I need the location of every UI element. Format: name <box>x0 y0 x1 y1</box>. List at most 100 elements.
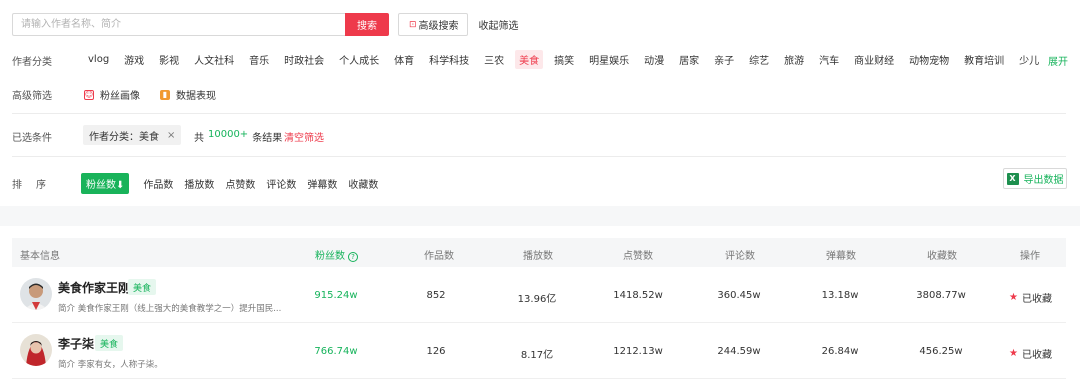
search-input[interactable] <box>12 13 345 36</box>
advanced-search-label: 高级搜索 <box>418 21 459 32</box>
sort-desc-icon: ⬇ <box>116 180 125 191</box>
likes-value: 1418.52w <box>613 290 663 301</box>
table-row[interactable]: 李子柒 美食 简介 李家有女，人称子柒。 766.74w 126 8.17亿 1… <box>12 323 1066 379</box>
th-comments[interactable]: 评论数 <box>725 247 755 262</box>
expand-link[interactable]: 展开 <box>1048 53 1068 68</box>
export-data-label: 导出数据 <box>1023 175 1064 186</box>
plays-value: 13.96亿 <box>517 294 557 305</box>
result-suffix: 条结果 <box>252 133 283 144</box>
th-fans-label: 粉丝数 <box>315 251 345 262</box>
category-item[interactable]: 商业财经 <box>850 50 898 69</box>
sort-item[interactable]: 作品数 <box>143 176 173 191</box>
works-value: 126 <box>426 346 446 357</box>
fans-value: 915.24w <box>314 290 358 301</box>
th-action: 操作 <box>1020 251 1040 262</box>
clear-filter-link[interactable]: 清空筛选 <box>284 129 324 144</box>
result-prefix: 共 <box>194 133 204 144</box>
th-works[interactable]: 作品数 <box>424 247 454 262</box>
search-bar: 搜索 ⊡ 高级搜索 收起筛选 <box>12 13 519 36</box>
category-item[interactable]: 汽车 <box>815 50 843 69</box>
result-number: 10000+ <box>208 129 249 140</box>
category-item[interactable]: 美食 <box>515 50 544 69</box>
sort-item[interactable]: 弹幕数 <box>307 176 337 191</box>
advanced-filter-label: 高级筛选 <box>12 91 52 102</box>
advanced-search-button[interactable]: ⊡ 高级搜索 <box>398 13 468 36</box>
category-item[interactable]: 综艺 <box>745 50 773 69</box>
danmaku-value: 26.84w <box>821 346 859 357</box>
likes-value: 1212.13w <box>613 346 663 357</box>
sort-item[interactable]: 评论数 <box>266 176 296 191</box>
table-header: 基本信息 粉丝数? 作品数 播放数 点赞数 评论数 弹幕数 收藏数 操作 <box>12 238 1066 267</box>
collapse-filter-link[interactable]: 收起筛选 <box>479 17 519 32</box>
fans-profile-icon: ☺ <box>84 89 94 100</box>
category-item[interactable]: 人文社科 <box>190 50 238 69</box>
category-item[interactable]: 动漫 <box>640 50 668 69</box>
collected-button[interactable]: ★ 已收藏 <box>1009 290 1052 305</box>
export-data-button[interactable]: X 导出数据 <box>1003 168 1067 189</box>
sort-label: 排序 <box>12 180 60 191</box>
category-item[interactable]: 少儿 <box>1015 50 1043 69</box>
comments-value: 360.45w <box>717 290 761 301</box>
sort-list: 粉丝数⬇ 作品数 播放数 点赞数 评论数 弹幕数 收藏数 <box>81 173 389 194</box>
condition-tag: 作者分类：美食 × <box>83 125 182 145</box>
category-item[interactable]: 音乐 <box>245 50 273 69</box>
avatar[interactable] <box>20 334 52 366</box>
category-item[interactable]: 三农 <box>480 50 508 69</box>
sort-item[interactable]: 收藏数 <box>348 176 378 191</box>
collected-button[interactable]: ★ 已收藏 <box>1009 346 1052 361</box>
category-item[interactable]: 科学科技 <box>425 50 473 69</box>
th-collects[interactable]: 收藏数 <box>927 247 957 262</box>
fans-profile-label: 粉丝画像 <box>100 91 140 102</box>
author-name[interactable]: 美食作家王刚 <box>58 279 130 296</box>
sort-item[interactable]: 点赞数 <box>225 176 255 191</box>
category-item[interactable]: 明星娱乐 <box>585 50 633 69</box>
divider <box>12 156 1066 157</box>
category-item[interactable]: 旅游 <box>780 50 808 69</box>
category-item[interactable]: 搞笑 <box>550 50 578 69</box>
category-item[interactable]: 时政社会 <box>280 50 328 69</box>
category-item[interactable]: 动物宠物 <box>905 50 953 69</box>
sort-fans-button[interactable]: 粉丝数⬇ <box>81 173 130 194</box>
avatar[interactable] <box>20 278 52 310</box>
works-value: 852 <box>426 290 446 301</box>
category-item[interactable]: 游戏 <box>120 50 148 69</box>
condition-tag-label: 作者分类：美食 <box>89 131 159 143</box>
category-item[interactable]: vlog <box>84 52 113 67</box>
section-gap <box>0 206 1080 226</box>
category-item[interactable]: 影视 <box>155 50 183 69</box>
fans-value: 766.74w <box>314 346 358 357</box>
category-tag: 美食 <box>95 335 124 351</box>
help-icon[interactable]: ? <box>348 252 358 262</box>
star-icon: ★ <box>1009 292 1018 303</box>
remove-condition-icon[interactable]: × <box>167 130 175 141</box>
th-basic-info: 基本信息 <box>20 251 60 262</box>
author-name[interactable]: 李子柒 <box>58 335 94 352</box>
collected-label: 已收藏 <box>1021 294 1052 305</box>
search-button[interactable]: 搜索 <box>345 13 389 36</box>
th-danmaku[interactable]: 弹幕数 <box>826 247 856 262</box>
category-item[interactable]: 教育培训 <box>960 50 1008 69</box>
category-item[interactable]: 亲子 <box>710 50 738 69</box>
category-item[interactable]: 居家 <box>675 50 703 69</box>
fans-profile-filter[interactable]: ☺ 粉丝画像 <box>84 87 140 102</box>
comments-value: 244.59w <box>717 346 761 357</box>
th-fans[interactable]: 粉丝数? <box>315 247 358 262</box>
collects-value: 456.25w <box>919 346 963 357</box>
danmaku-value: 13.18w <box>821 290 859 301</box>
category-item[interactable]: 体育 <box>390 50 418 69</box>
table-row[interactable]: 美食作家王刚 美食 简介 美食作家王刚（线上强大的美食教学之一）提升国民... … <box>12 267 1066 323</box>
collects-value: 3808.77w <box>916 290 966 301</box>
sort-item[interactable]: 播放数 <box>184 176 214 191</box>
advanced-search-icon: ⊡ <box>409 19 417 30</box>
author-intro: 简介 李家有女，人称子柒。 <box>58 360 163 370</box>
data-performance-label: 数据表现 <box>176 91 216 102</box>
result-count: 共 10000+ 条结果 <box>194 129 282 144</box>
data-performance-icon: ▮ <box>160 89 170 100</box>
category-item[interactable]: 个人成长 <box>335 50 383 69</box>
category-list: vlog 游戏 影视 人文社科 音乐 时政社会 个人成长 体育 科学科技 三农 美食 搞笑 明星娱乐 动漫… <box>84 50 1050 69</box>
th-likes[interactable]: 点赞数 <box>623 247 653 262</box>
author-intro: 简介 美食作家王刚（线上强大的美食教学之一）提升国民... <box>58 304 282 314</box>
data-performance-filter[interactable]: ▮ 数据表现 <box>160 87 216 102</box>
category-tag: 美食 <box>128 279 157 295</box>
th-plays[interactable]: 播放数 <box>523 247 553 262</box>
